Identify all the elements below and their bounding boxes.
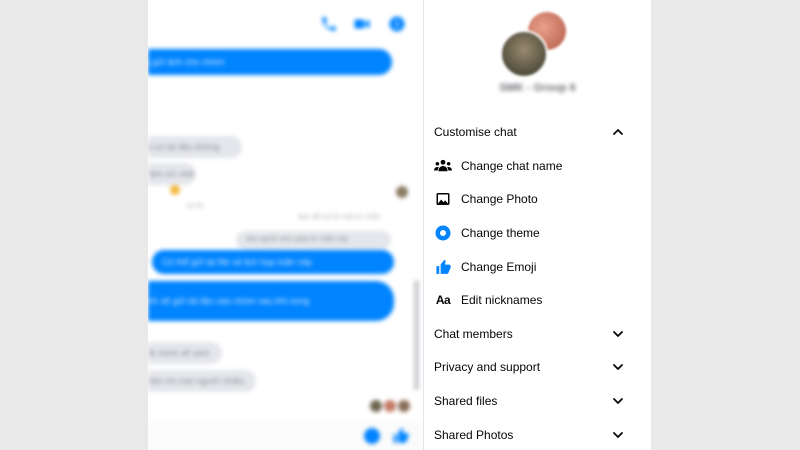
- section-shared-files[interactable]: Shared files: [434, 386, 624, 416]
- chevron-down-icon: [613, 398, 623, 404]
- timestamp: 10:42: [186, 203, 204, 210]
- menu-label: Edit nicknames: [461, 293, 543, 307]
- phone-icon[interactable]: [320, 15, 338, 33]
- menu-edit-nicknames[interactable]: Aa Edit nicknames: [434, 285, 624, 315]
- section-customise-chat[interactable]: Customise chat: [434, 117, 624, 147]
- section-label: Customise chat: [434, 125, 517, 139]
- avatar: [500, 30, 548, 78]
- replied-message-preview[interactable]: Mọi người xem giúp tin nhắn này: [236, 231, 391, 249]
- people-icon: [434, 157, 452, 175]
- message-bubble-outgoing[interactable]: Mình sẽ gửi tài liệu vào nhóm sau khi xo…: [148, 281, 394, 321]
- section-label: Shared files: [434, 394, 498, 408]
- section-label: Chat members: [434, 327, 513, 341]
- chat-scrollbar[interactable]: [414, 280, 419, 390]
- conversation-info-panel: SMK - Group 6 Customise chat Change chat…: [424, 0, 651, 450]
- message-bubble-incoming[interactable]: Cảm ơn nhé: [148, 163, 196, 185]
- video-call-icon[interactable]: [353, 15, 371, 33]
- menu-change-theme[interactable]: Change theme: [434, 218, 624, 248]
- message-bubble-incoming[interactable]: Ok mình sẽ xem: [148, 342, 222, 364]
- messenger-window: Đã gửi ảnh cho nhóm Ai có tài liệu không…: [148, 0, 651, 450]
- message-bubble-incoming[interactable]: Ai có tài liệu không: [148, 136, 242, 158]
- menu-label: Change Photo: [461, 192, 538, 206]
- reaction-emoji: [170, 185, 180, 195]
- menu-change-chat-name[interactable]: Change chat name: [434, 151, 624, 181]
- seen-avatar: [384, 400, 396, 412]
- emoji-icon[interactable]: [364, 428, 380, 444]
- seen-avatar: [398, 400, 410, 412]
- menu-label: Change Emoji: [461, 260, 537, 274]
- photo-icon: [434, 190, 452, 208]
- chevron-down-icon: [613, 331, 623, 337]
- group-name: SMK - Group 6: [499, 82, 576, 94]
- group-avatar[interactable]: [500, 10, 570, 80]
- thumbs-up-icon: [434, 258, 452, 276]
- chevron-down-icon: [613, 364, 623, 370]
- seen-avatar: [396, 186, 408, 198]
- menu-change-emoji[interactable]: Change Emoji: [434, 252, 624, 282]
- message-composer[interactable]: [148, 422, 423, 450]
- chevron-down-icon: [613, 432, 623, 438]
- theme-icon: [434, 224, 452, 242]
- menu-change-photo[interactable]: Change Photo: [434, 184, 624, 214]
- info-icon[interactable]: [388, 15, 406, 33]
- seen-avatar: [370, 400, 382, 412]
- message-bubble-outgoing[interactable]: Có thể gửi lại file và lịch họp tuần này: [152, 250, 394, 274]
- section-label: Privacy and support: [434, 360, 541, 374]
- section-shared-photos[interactable]: Shared Photos: [434, 420, 624, 450]
- message-bubble-incoming[interactable]: Cảm ơn mọi người nhiều: [148, 370, 256, 392]
- menu-label: Change theme: [461, 226, 540, 240]
- chat-pane: Đã gửi ảnh cho nhóm Ai có tài liệu không…: [148, 0, 423, 450]
- section-privacy-support[interactable]: Privacy and support: [434, 352, 624, 382]
- menu-label: Change chat name: [461, 159, 563, 173]
- text-aa-icon: Aa: [434, 291, 452, 309]
- thumbs-up-icon[interactable]: [392, 427, 410, 445]
- message-bubble-outgoing[interactable]: Đã gửi ảnh cho nhóm: [148, 49, 392, 75]
- section-label: Shared Photos: [434, 428, 514, 442]
- chevron-up-icon: [613, 129, 623, 135]
- aa-glyph: Aa: [435, 293, 451, 307]
- section-chat-members[interactable]: Chat members: [434, 319, 624, 349]
- reply-indicator: Bạn đã trả lời một tin nhắn: [298, 214, 381, 221]
